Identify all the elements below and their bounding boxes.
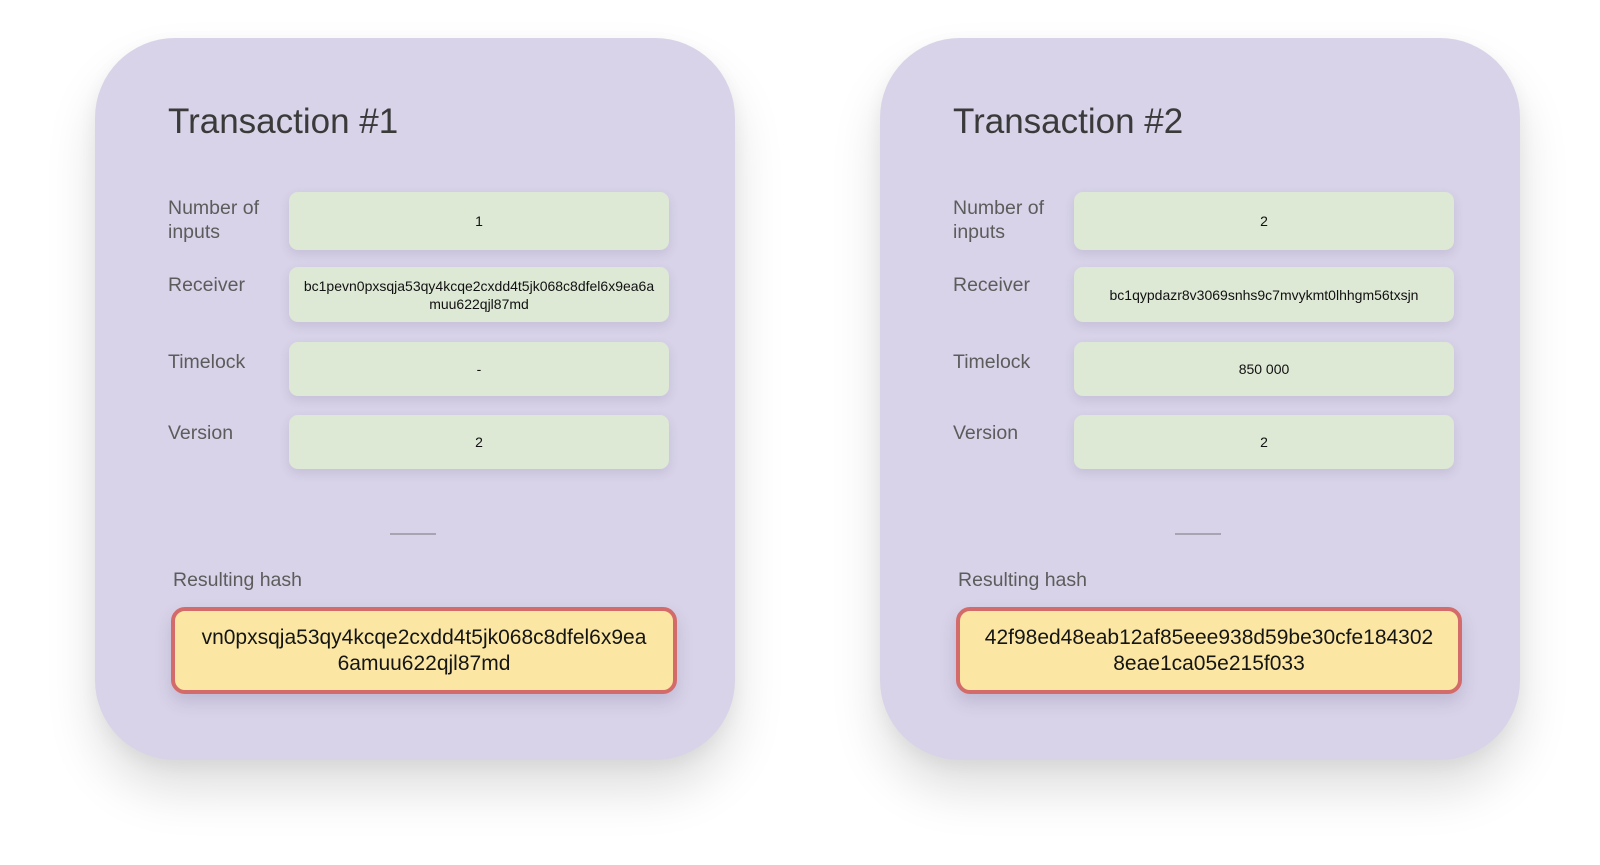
field-label: Number of inputs (168, 197, 260, 243)
field-label: Timelock (953, 351, 1031, 373)
transaction-card-2: Transaction #2 Number of inputs 2 Receiv… (880, 38, 1520, 760)
receiver-field[interactable]: bc1qypdazr8v3069snhs9c7mvykmt0lhhgm56txs… (1074, 267, 1454, 322)
card-title: Transaction #1 (168, 102, 399, 141)
transaction-card-1: Transaction #1 Number of inputs 1 Receiv… (95, 38, 735, 760)
resulting-hash-box: vn0pxsqja53qy4kcqe2cxdd4t5jk068c8dfel6x9… (171, 607, 677, 694)
hash-label: Resulting hash (173, 569, 302, 591)
timelock-field[interactable]: - (289, 342, 669, 396)
number-of-inputs-field[interactable]: 1 (289, 192, 669, 250)
version-field[interactable]: 2 (289, 415, 669, 469)
version-field[interactable]: 2 (1074, 415, 1454, 469)
divider (1175, 533, 1221, 535)
card-title: Transaction #2 (953, 102, 1184, 141)
field-label: Receiver (168, 274, 245, 296)
receiver-field[interactable]: bc1pevn0pxsqja53qy4kcqe2cxdd4t5jk068c8df… (289, 267, 669, 322)
field-label: Receiver (953, 274, 1030, 296)
timelock-field[interactable]: 850 000 (1074, 342, 1454, 396)
divider (390, 533, 436, 535)
field-label: Version (168, 422, 234, 444)
field-label: Timelock (168, 351, 246, 373)
hash-label: Resulting hash (958, 569, 1087, 591)
field-label: Number of inputs (953, 197, 1045, 243)
resulting-hash-box: 42f98ed48eab12af85eee938d59be30cfe184302… (956, 607, 1462, 694)
field-label: Version (953, 422, 1019, 444)
number-of-inputs-field[interactable]: 2 (1074, 192, 1454, 250)
